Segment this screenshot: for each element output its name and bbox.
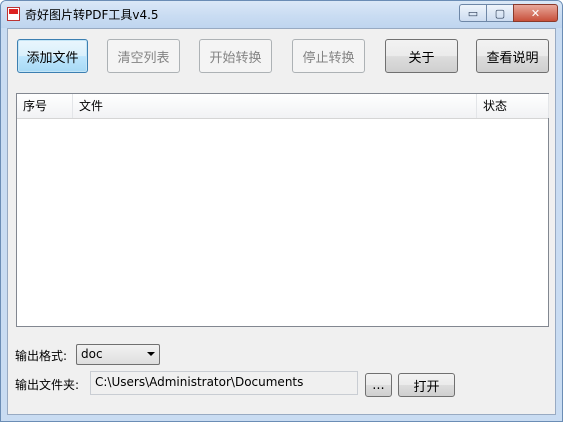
output-format-value: doc	[81, 347, 103, 361]
column-header-file[interactable]: 文件	[73, 94, 477, 118]
column-header-status[interactable]: 状态	[477, 94, 549, 118]
output-folder-field[interactable]: C:\Users\Administrator\Documents	[90, 371, 358, 395]
clear-list-button[interactable]: 清空列表	[107, 39, 180, 73]
title-bar[interactable]: 奇好图片转PDF工具v4.5 ▭ ▢ ✕	[1, 1, 562, 28]
open-folder-button[interactable]: 打开	[398, 373, 455, 397]
client-area: 添加文件 清空列表 开始转换 停止转换 关于 查看说明 序号 文件 状态 输出格…	[7, 28, 556, 415]
start-convert-button[interactable]: 开始转换	[199, 39, 272, 73]
output-format-label: 输出格式:	[15, 349, 68, 363]
output-format-select[interactable]: doc	[76, 344, 160, 365]
chevron-down-icon	[147, 352, 155, 356]
window-controls: ▭ ▢ ✕	[459, 4, 558, 22]
maximize-icon: ▢	[494, 6, 506, 20]
window-title: 奇好图片转PDF工具v4.5	[25, 8, 159, 22]
help-button[interactable]: 查看说明	[476, 39, 549, 73]
stop-convert-button[interactable]: 停止转换	[292, 39, 365, 73]
close-icon: ✕	[530, 6, 541, 20]
output-folder-label: 输出文件夹:	[15, 378, 80, 392]
add-files-button[interactable]: 添加文件	[17, 39, 88, 73]
app-window: 奇好图片转PDF工具v4.5 ▭ ▢ ✕ 添加文件 清空列表 开始转换 停止转换…	[0, 0, 563, 422]
file-list-header: 序号 文件 状态	[17, 94, 549, 119]
file-list[interactable]: 序号 文件 状态	[16, 93, 549, 327]
pdf-app-icon	[7, 7, 20, 21]
minimize-button[interactable]: ▭	[459, 4, 486, 22]
about-button[interactable]: 关于	[385, 39, 458, 73]
browse-folder-button[interactable]: ...	[365, 373, 392, 397]
column-header-index[interactable]: 序号	[17, 94, 73, 118]
close-button[interactable]: ✕	[513, 4, 558, 22]
minimize-icon: ▭	[467, 6, 479, 20]
maximize-button[interactable]: ▢	[486, 4, 513, 22]
